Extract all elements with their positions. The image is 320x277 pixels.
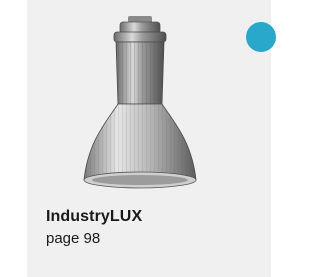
product-title[interactable]: IndustryLUX <box>46 208 142 226</box>
accent-dot-icon <box>246 22 276 52</box>
page-reference: page 98 <box>46 230 101 247</box>
product-card[interactable]: IndustryLUX page 98 <box>27 0 276 277</box>
industrial-highbay-lamp-icon <box>83 16 197 189</box>
